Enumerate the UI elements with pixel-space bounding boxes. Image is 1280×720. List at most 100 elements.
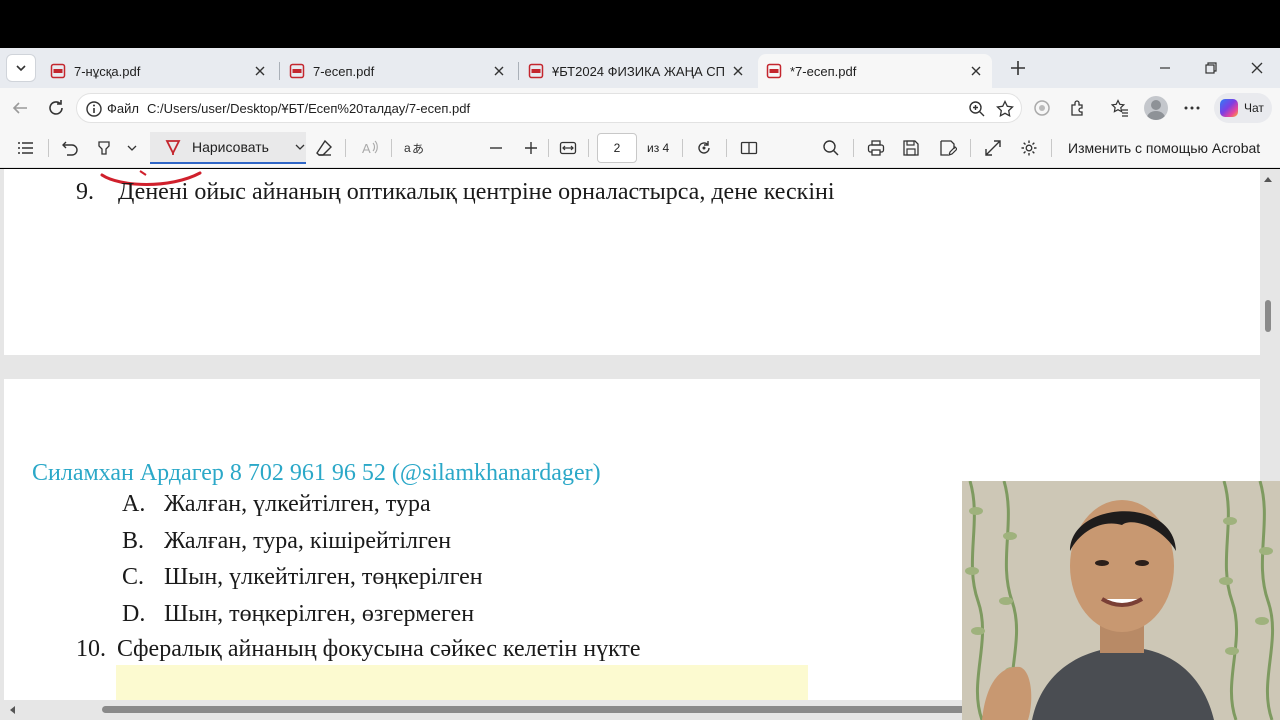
arrow-left-icon	[12, 102, 27, 114]
svg-text:A: A	[362, 141, 371, 156]
page-number-input[interactable]: 2	[597, 133, 637, 163]
option-c-text: Шын, үлкейтілген, төңкерілген	[164, 564, 483, 590]
zoom-in-icon[interactable]	[519, 136, 543, 160]
pdf-file-icon	[50, 63, 66, 79]
highlight-icon[interactable]	[92, 136, 116, 160]
horizontal-scrollbar-thumb[interactable]	[102, 706, 1014, 713]
scroll-left-arrow-icon[interactable]	[8, 705, 18, 715]
fit-width-icon[interactable]	[556, 136, 580, 160]
close-icon[interactable]	[487, 59, 511, 83]
vertical-scrollbar-thumb[interactable]	[1265, 300, 1271, 332]
zoom-icon[interactable]	[967, 99, 987, 119]
page-view-icon[interactable]	[737, 136, 761, 160]
settings-gear-icon[interactable]	[1017, 136, 1041, 160]
toolbar-divider	[726, 139, 727, 157]
restore-icon	[1205, 62, 1217, 74]
toolbar-divider	[970, 139, 971, 157]
translate-icon[interactable]: aあ	[402, 136, 426, 160]
pdf-toolbar: Нарисовать A aあ 2 из 4 Изменить с помощь…	[0, 128, 1280, 168]
tab-7-esep[interactable]: 7-есеп.pdf	[281, 54, 515, 88]
top-black-bar	[0, 0, 1280, 48]
question-10-text: Сфералық айнаның фокусына сәйкес келетін…	[117, 636, 641, 662]
chevron-down-icon	[295, 144, 305, 150]
tab-7-nuska[interactable]: 7-нұсқа.pdf	[42, 54, 276, 88]
favorites-icon[interactable]	[1108, 96, 1132, 120]
tab-divider	[279, 62, 280, 80]
zoom-out-icon[interactable]	[484, 136, 508, 160]
yellow-highlight	[116, 665, 808, 703]
option-d-letter: D.	[122, 601, 146, 627]
toolbar-divider	[588, 139, 589, 157]
draw-button[interactable]: Нарисовать	[150, 132, 306, 164]
rotate-icon[interactable]	[692, 136, 716, 160]
save-as-icon[interactable]	[936, 136, 960, 160]
restore-button[interactable]	[1191, 54, 1231, 82]
edit-with-acrobat-button[interactable]: Изменить с помощью Acrobat	[1068, 140, 1260, 156]
close-icon[interactable]	[964, 59, 988, 83]
author-contact-line: Силамхан Ардагер 8 702 961 96 52 (@silam…	[32, 460, 601, 486]
draw-label: Нарисовать	[192, 139, 269, 155]
tab-actions-button[interactable]	[6, 54, 36, 82]
toolbar-divider	[853, 139, 854, 157]
chevron-down-icon[interactable]	[120, 136, 144, 160]
toolbar-divider	[1051, 139, 1052, 157]
option-b-letter: B.	[122, 528, 145, 554]
refresh-button[interactable]	[42, 96, 70, 120]
tab-ubt2024-physics[interactable]: ҰБТ2024 ФИЗИКА ЖАҢА СПЕЦИ	[520, 54, 754, 88]
address-bar-row: Файл C:/Users/user/Desktop/ҰБТ/Есеп%20та…	[0, 88, 1280, 128]
question-10-number: 10.	[76, 636, 106, 662]
tab-strip: 7-нұсқа.pdf 7-есеп.pdf ҰБТ2024 ФИЗИКА ЖА…	[0, 48, 1280, 88]
option-d-text: Шын, төңкерілген, өзгермеген	[164, 601, 475, 627]
new-tab-button[interactable]	[1004, 54, 1032, 82]
chevron-down-icon	[16, 65, 26, 72]
option-b-text: Жалған, тура, кішірейтілген	[164, 528, 452, 554]
tab-label: 7-нұсқа.pdf	[74, 63, 141, 79]
pdf-file-icon	[289, 63, 305, 79]
save-icon[interactable]	[899, 136, 923, 160]
question-9-number: 9.	[76, 179, 94, 205]
copilot-icon	[1220, 99, 1238, 117]
close-icon[interactable]	[726, 59, 750, 83]
undo-icon[interactable]	[58, 136, 82, 160]
minimize-button[interactable]	[1145, 54, 1185, 82]
chat-label: Чат	[1244, 101, 1264, 115]
toolbar-divider	[391, 139, 392, 157]
fullscreen-icon[interactable]	[981, 136, 1005, 160]
table-of-contents-icon[interactable]	[14, 136, 38, 160]
svg-text:a: a	[404, 141, 411, 155]
minimize-icon	[1160, 67, 1170, 69]
extensions-icon[interactable]	[1066, 96, 1090, 120]
print-icon[interactable]	[864, 136, 888, 160]
tab-7-esep-edited[interactable]: *7-есеп.pdf	[758, 54, 992, 88]
close-icon	[1251, 62, 1263, 74]
tab-label: ҰБТ2024 ФИЗИКА ЖАҢА СПЕЦИ	[552, 63, 726, 79]
option-c-letter: C.	[122, 564, 145, 590]
favorite-star-icon[interactable]	[995, 99, 1015, 119]
url-text: C:/Users/user/Desktop/ҰБТ/Есеп%20талдау/…	[147, 101, 471, 116]
svg-text:あ: あ	[412, 142, 424, 156]
toolbar-divider	[548, 139, 549, 157]
copilot-chat-button[interactable]: Чат	[1214, 93, 1272, 123]
tracking-prevention-icon[interactable]	[1030, 96, 1054, 120]
profile-avatar[interactable]	[1144, 96, 1168, 120]
close-icon[interactable]	[248, 59, 272, 83]
toolbar-divider	[682, 139, 683, 157]
search-icon[interactable]	[819, 136, 843, 160]
refresh-icon	[49, 100, 63, 115]
presenter-webcam	[962, 481, 1280, 720]
file-scheme-label: Файл	[107, 101, 139, 116]
tab-label: *7-есеп.pdf	[790, 63, 857, 79]
pdf-file-icon	[766, 63, 782, 79]
option-a-text: Жалған, үлкейтілген, тура	[164, 491, 431, 517]
option-a-letter: A.	[122, 491, 146, 517]
back-button[interactable]	[6, 96, 34, 120]
scroll-up-arrow-icon[interactable]	[1263, 175, 1273, 185]
more-options-icon[interactable]	[1180, 96, 1204, 120]
toolbar-divider	[48, 139, 49, 157]
info-icon[interactable]	[85, 100, 103, 118]
address-field[interactable]: Файл C:/Users/user/Desktop/ҰБТ/Есеп%20та…	[76, 93, 1022, 123]
eraser-icon[interactable]	[312, 136, 336, 160]
page-count-label: из 4	[647, 141, 670, 155]
close-window-button[interactable]	[1237, 54, 1277, 82]
pdf-page-1: 9. Денені ойыс айнаның оптикалық центрін…	[4, 169, 1260, 355]
